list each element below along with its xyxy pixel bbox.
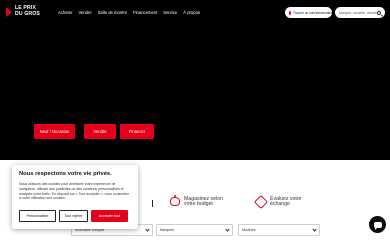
make-select[interactable]: Marques: [156, 224, 233, 236]
page: LE PRIX DU GROS Acheter Vendre Salle de …: [0, 0, 390, 240]
feature-divider: [152, 200, 153, 207]
logo-line-2: DU GROS: [15, 11, 40, 17]
chevron-down-icon: [145, 226, 150, 232]
nav-item-financement[interactable]: Financement: [133, 10, 157, 15]
model-select-value: Modèles: [242, 228, 256, 232]
new-used-button[interactable]: Neuf / Occasion: [34, 124, 75, 139]
cookie-banner: Nous respectons votre vie privée. Nous u…: [12, 165, 138, 229]
brand-logo[interactable]: LE PRIX DU GROS: [6, 6, 40, 18]
reject-cookies-button[interactable]: Tout rejeter: [59, 210, 88, 222]
customize-cookies-button[interactable]: Personnaliser: [19, 210, 56, 222]
nav-item-salle-de-montre[interactable]: Salle de montre: [98, 10, 127, 15]
main-nav: Acheter Vendre Salle de montre Financeme…: [58, 10, 200, 15]
feature-budget-line-2: votre budget: [184, 201, 213, 208]
finance-button[interactable]: Financer: [120, 124, 154, 139]
nav-item-vendre[interactable]: Vendre: [78, 10, 91, 15]
location-pin-icon: [289, 10, 291, 15]
logo-mark-icon: [6, 6, 13, 18]
search-input[interactable]: [339, 10, 377, 15]
chat-button[interactable]: [369, 216, 386, 233]
nav-item-acheter[interactable]: Acheter: [58, 10, 72, 15]
feature-trade-in-line-2: échange: [270, 201, 290, 208]
sell-button[interactable]: Vendre: [84, 124, 116, 139]
cookie-actions: Personnaliser Tout rejeter Accepter tout: [19, 210, 128, 222]
chat-bubble-icon: [373, 221, 382, 230]
logo-text: LE PRIX DU GROS: [15, 6, 40, 17]
search-box: [335, 7, 385, 18]
badge-icon: [253, 194, 269, 210]
find-dealer-button[interactable]: Trouver un concessionnaire: [285, 7, 332, 18]
feature-trade-in[interactable]: Évaluez votre échange: [253, 194, 301, 210]
make-select-value: Marques: [160, 228, 174, 232]
feature-budget-text: Magasinez selon votre budget: [184, 196, 223, 208]
nav-item-a-propos[interactable]: À propos: [183, 10, 200, 15]
feature-trade-in-text: Évaluez votre échange: [270, 196, 301, 208]
chevron-down-icon: [312, 226, 317, 232]
accept-cookies-button[interactable]: Accepter tout: [91, 210, 128, 222]
piggy-bank-icon: [170, 195, 180, 206]
cookie-body: Nous utilisons des cookies pour améliore…: [19, 182, 129, 201]
find-dealer-label: Trouver un concessionnaire: [293, 10, 333, 15]
cookie-title: Nous respectons votre vie privée.: [19, 171, 112, 177]
model-select[interactable]: Modèles: [238, 224, 320, 236]
search-icon[interactable]: [377, 10, 381, 15]
chevron-down-icon: [225, 226, 230, 232]
feature-budget[interactable]: Magasinez selon votre budget: [170, 195, 223, 208]
nav-item-service[interactable]: Service: [163, 10, 177, 15]
